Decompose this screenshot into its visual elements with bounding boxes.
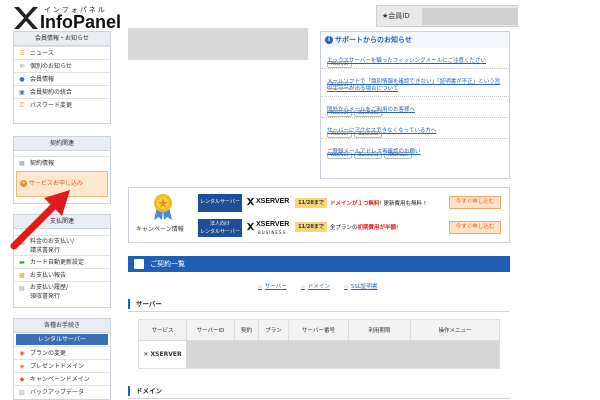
column-header: プラン	[258, 319, 289, 341]
xserver-business-logo: XSERVER	[256, 221, 290, 228]
sidebar-member-title: 会員情報・お知らせ	[14, 32, 110, 46]
anchor-ssl[interactable]: ◇ SSL証明書	[344, 282, 377, 290]
sidebar-procedures-box: 各種お手続き レンタルサーバー ◉ プランの変更 ◈ プレゼントドメイン ◆ キャンペ…	[13, 318, 111, 400]
member-id-redacted	[422, 8, 517, 25]
xserver-x-icon	[246, 197, 255, 206]
campaign-text: 全プランの初期費用が半額!	[330, 225, 399, 231]
sidebar-item-pay-report[interactable]: ▩ お支払い報告	[14, 268, 110, 281]
column-header: サービス	[138, 319, 187, 341]
notice-link[interactable]: エックスサーバーを騙ったフィッシングメールにご注意ください	[327, 58, 503, 65]
document-icon: ▤	[19, 160, 25, 167]
contract-list-bar: ご契約一覧	[128, 256, 510, 272]
receipt-icon: ▤	[19, 285, 25, 292]
xserver-x-icon: ✕	[143, 351, 149, 358]
sidebar-item-campaign-domain[interactable]: ◆ キャンペーンドメイン	[14, 372, 110, 385]
redacted-info-area	[128, 28, 308, 60]
redacted-row	[186, 340, 500, 369]
column-header: サーバー番号	[288, 319, 349, 341]
report-icon: ▩	[19, 272, 25, 279]
user-icon: ●	[19, 76, 25, 83]
xserver-logo: XSERVER	[256, 198, 290, 205]
notice-item: Xserver Business サーバーにアクセスできなくなっている方へ	[321, 118, 509, 139]
anchor-server[interactable]: ◇ サーバー	[258, 282, 287, 290]
sidebar-item-present-domain[interactable]: ◈ プレゼントドメイン	[14, 359, 110, 372]
info-icon: i	[325, 36, 333, 44]
table-header-row: サービス サーバーID 契約 プラン サーバー番号 利用期限 操作メニュー	[138, 319, 500, 341]
support-notice-box: i サポートからのお知らせ Xserver エックスサーバーを騙ったフィッシング…	[320, 31, 510, 179]
notice-link[interactable]: サーバーにアクセスできなくなっている方へ	[327, 128, 503, 135]
sidebar-item-member-info[interactable]: ● 会員情報	[14, 72, 110, 85]
notice-link[interactable]: ご登録メールアドレス再確認のお願い	[327, 149, 503, 156]
news-icon: ☰	[19, 50, 25, 57]
service-cell: ✕ XSERVER	[138, 340, 187, 369]
notice-item: Xserver メールソフトで「識別情報を確認できない」「証明書が不正」という旨…	[321, 69, 509, 97]
member-id-label: ★会員ID	[382, 12, 410, 20]
member-id-box: ★会員ID	[376, 5, 518, 27]
sidebar-item-news[interactable]: ☰ ニュース	[14, 46, 110, 59]
list-icon	[134, 259, 144, 269]
section-domain-title: ドメイン	[128, 386, 162, 396]
campaign-tag-rental: レンタルサーバー	[198, 194, 242, 212]
sidebar-procedures-title: 各種お手続き	[14, 319, 110, 333]
xserver-business-sub: BUSINESS	[258, 230, 286, 235]
sidebar-contract-title: 契約関連	[14, 137, 110, 151]
notice-item: Xserver Business Xdomain ご登録メールアドレス再確認のお願い	[321, 139, 509, 159]
sidebar-item-plan-change[interactable]: ◉ プランの変更	[14, 346, 110, 359]
xserver-logo-icon	[14, 7, 38, 29]
sidebar-item-contract-info[interactable]: ▤ 契約情報	[14, 156, 110, 169]
notice-title: i サポートからのお知らせ	[321, 32, 509, 48]
mail-icon: ✉	[19, 63, 25, 70]
notice-item: Xserver Business 国外からメールをご利用のお客様へ	[321, 97, 509, 118]
notice-link[interactable]: メールソフトで「識別情報を確認できない」「証明書が不正」という旨のエラーが出る場…	[327, 79, 503, 93]
sidebar-item-notices[interactable]: ✉ 個別のお知らせ	[14, 59, 110, 72]
campaign-text: ドメインが１つ無料! 更新費用も無料 !	[330, 201, 426, 207]
sidebar-item-backup[interactable]: ▥ バックアップデータ	[14, 385, 110, 398]
table-row: ✕ XSERVER	[138, 340, 500, 369]
section-divider	[128, 311, 510, 312]
gift-icon: ◈	[19, 363, 25, 370]
merge-icon: ▣	[19, 89, 25, 96]
column-header: 利用期限	[348, 319, 411, 341]
campaign-date-badge: 11/28まで	[295, 198, 327, 208]
anchor-domain[interactable]: ◇ ドメイン	[301, 282, 330, 290]
sidebar-subhead-rental: レンタルサーバー	[16, 334, 108, 345]
campaign-date-badge: 11/28まで	[295, 222, 327, 232]
sidebar-item-pay-history[interactable]: ▤ お支払い履歴/ 領収書発行	[14, 281, 110, 301]
key-icon: ⚿	[19, 102, 25, 109]
apply-now-button[interactable]: 今すぐ申し込む	[449, 221, 501, 234]
section-server-title: サーバー	[128, 299, 162, 309]
apply-now-button[interactable]: 今すぐ申し込む	[449, 196, 501, 209]
section-divider	[128, 398, 510, 399]
red-arrow-annotation	[10, 190, 70, 250]
sidebar-member-box: 会員情報・お知らせ ☰ ニュース ✉ 個別のお知らせ ● 会員情報 ▣ 会員契約の統合 …	[13, 31, 111, 124]
campaign-tag-business: 法人向け レンタルサーバー	[198, 219, 242, 237]
plan-icon: ◉	[19, 350, 25, 357]
sidebar-item-merge[interactable]: ▣ 会員契約の統合	[14, 85, 110, 98]
column-header: サーバーID	[186, 319, 235, 341]
server-table: サービス サーバーID 契約 プラン サーバー番号 利用期限 操作メニュー ✕ …	[138, 319, 500, 369]
column-header: 契約	[234, 319, 259, 341]
card-icon: ▬	[19, 259, 25, 266]
notice-item: Xserver エックスサーバーを騙ったフィッシングメールにご注意ください	[321, 48, 509, 69]
column-header: 操作メニュー	[410, 319, 500, 341]
backup-icon: ▥	[19, 389, 25, 396]
xserver-x-icon	[246, 222, 255, 231]
medal-icon	[154, 194, 172, 220]
infopanel-page: インフォパネル InfoPanel ★会員ID 会員情報・お知らせ ☰ ニュース …	[0, 0, 600, 400]
campaign-label: キャンペーン情報	[136, 226, 184, 233]
sidebar-item-password[interactable]: ⚿ パスワード変更	[14, 98, 110, 111]
logo-text: InfoPanel	[40, 12, 122, 32]
notice-link[interactable]: 国外からメールをご利用のお客様へ	[327, 107, 503, 114]
campaign-icon: ◆	[19, 376, 25, 383]
